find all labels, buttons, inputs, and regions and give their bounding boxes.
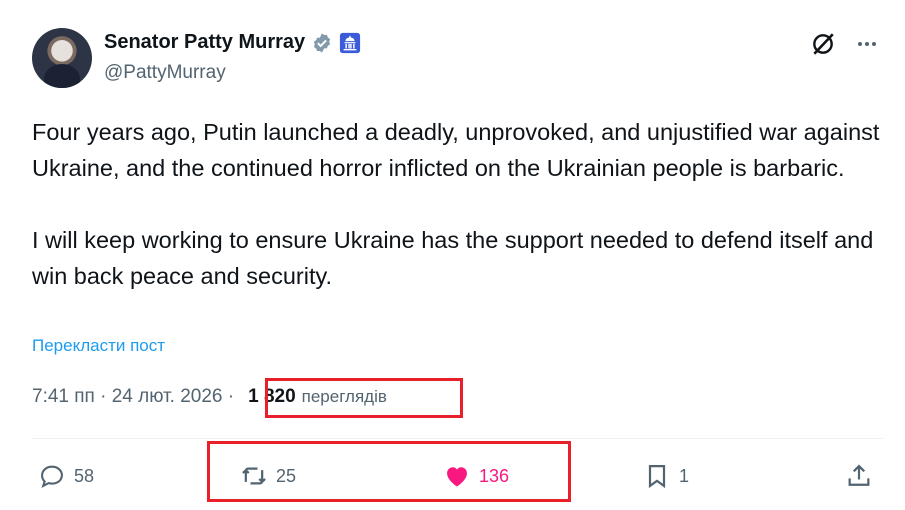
bookmark-count: 1 [679, 465, 690, 486]
author-handle[interactable]: @PattyMurray [104, 62, 226, 84]
actions-highlight-box [207, 441, 571, 502]
reply-count: 58 [74, 465, 95, 486]
more-icon[interactable] [853, 30, 881, 58]
avatar[interactable] [32, 28, 92, 88]
bookmark-button[interactable]: 1 [643, 462, 689, 490]
grok-icon[interactable] [809, 30, 837, 58]
post-text: Four years ago, Putin launched a deadly,… [32, 119, 880, 289]
divider [32, 438, 883, 439]
header-actions [809, 30, 881, 58]
post-timestamp[interactable]: 7:41 пп · 24 лют. 2026 · [32, 386, 234, 408]
government-badge-icon[interactable] [339, 32, 361, 54]
share-button[interactable] [845, 462, 873, 490]
views-highlight-box [265, 378, 463, 418]
reply-button[interactable]: 58 [38, 462, 94, 490]
translate-post-link[interactable]: Перекласти пост [32, 336, 165, 356]
author-name-row: Senator Patty Murray [104, 31, 361, 54]
bookmark-icon [648, 464, 666, 489]
author-name[interactable]: Senator Patty Murray [104, 31, 305, 54]
reply-icon [41, 465, 63, 489]
share-icon [848, 464, 870, 486]
verified-badge-icon[interactable] [311, 32, 333, 54]
